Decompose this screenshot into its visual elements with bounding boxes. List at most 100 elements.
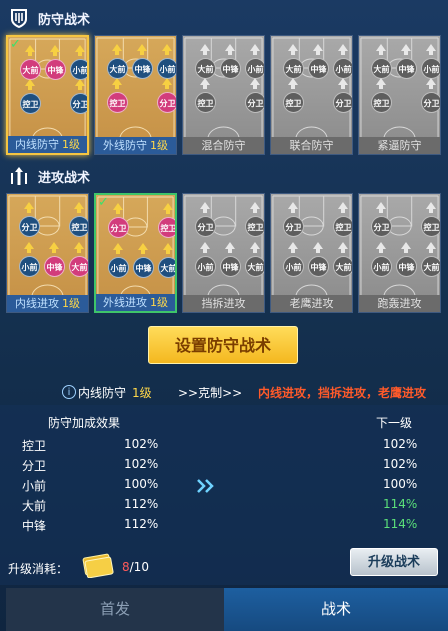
player-marker: 控卫 <box>283 92 304 113</box>
current-bonus: 102% <box>124 457 159 471</box>
info-icon[interactable]: i <box>62 385 76 399</box>
card-label: 老鹰进攻 <box>271 295 352 312</box>
player-marker: 控卫 <box>245 216 264 237</box>
player-marker: 小前 <box>70 59 87 80</box>
double-chevron-right-icon <box>197 479 214 493</box>
court-diagram: 大前 中锋 小前 控卫 分卫 <box>95 36 176 139</box>
move-arrow-icon <box>313 242 323 253</box>
set-defense-tactic-button[interactable]: 设置防守战术 <box>148 326 298 364</box>
move-arrow-icon <box>288 44 298 55</box>
tactic-name: 外线防守 <box>103 139 147 152</box>
tactic-level: 1级 <box>62 138 80 151</box>
check-icon: ✓ <box>98 195 109 210</box>
next-bonus: 100% <box>383 477 418 491</box>
bonus-row: 小前 100% 100% <box>0 477 448 495</box>
tactic-level: 1级 <box>62 297 80 310</box>
defense-card-4[interactable]: 大前 中锋 小前 控卫 分卫 联合防守 <box>270 35 353 155</box>
player-marker: 大前 <box>20 59 41 80</box>
tab-tactics[interactable]: 战术 <box>224 588 448 631</box>
card-label: 挡拆进攻 <box>183 295 264 312</box>
player-marker: 中锋 <box>133 257 154 278</box>
player-marker: 小前 <box>108 257 129 278</box>
card-label: 联合防守 <box>271 137 352 154</box>
move-arrow-icon <box>74 242 84 253</box>
player-marker: 小前 <box>421 58 440 79</box>
cost-need: /10 <box>129 560 149 574</box>
player-marker: 中锋 <box>132 58 153 79</box>
move-arrow-icon <box>376 242 386 253</box>
player-marker: 中锋 <box>45 59 66 80</box>
move-arrow-icon <box>250 78 260 89</box>
bonus-row: 大前 112% 114% <box>0 497 448 515</box>
move-arrow-icon <box>200 44 210 55</box>
offense-section-title: 进攻战术 <box>8 164 90 188</box>
court-diagram: 分卫 控卫 小前 中锋 大前 <box>183 194 264 297</box>
player-marker: 小前 <box>157 58 176 79</box>
player-marker: 小前 <box>245 58 264 79</box>
player-marker: 大前 <box>283 58 304 79</box>
move-arrow-icon <box>75 79 85 90</box>
move-arrow-icon <box>401 242 411 253</box>
move-arrow-icon <box>162 44 172 55</box>
player-marker: 控卫 <box>158 217 175 238</box>
attack-arrows-icon <box>11 167 27 185</box>
player-marker: 中锋 <box>44 256 65 277</box>
bonus-row: 控卫 102% 102% <box>0 437 448 455</box>
move-arrow-icon <box>376 78 386 89</box>
move-arrow-icon <box>288 78 298 89</box>
card-label: 内线防守 1级 <box>8 136 87 153</box>
tactic-name: 老鹰进攻 <box>289 297 334 310</box>
move-arrow-icon <box>288 242 298 253</box>
move-arrow-icon <box>250 242 260 253</box>
defense-card-2[interactable]: 大前 中锋 小前 控卫 分卫 外线防守 1级 <box>94 35 177 155</box>
offense-card-5[interactable]: 分卫 控卫 小前 中锋 大前 跑轰进攻 <box>358 193 441 313</box>
player-marker: 中锋 <box>308 58 329 79</box>
tactic-name: 挡拆进攻 <box>201 297 246 310</box>
position-name: 小前 <box>22 479 47 493</box>
move-arrow-icon <box>200 202 210 213</box>
player-marker: 分卫 <box>245 92 264 113</box>
upgrade-tactic-button[interactable]: 升级战术 <box>350 548 438 576</box>
move-arrow-icon <box>338 44 348 55</box>
card-label: 内线进攻 1级 <box>7 295 88 312</box>
court-diagram: 分卫 控卫 小前 中锋 大前 <box>7 194 88 297</box>
tab-starters[interactable]: 首发 <box>6 588 224 631</box>
player-marker: 大前 <box>195 58 216 79</box>
player-marker: 大前 <box>421 256 440 277</box>
court-diagram: 大前 中锋 小前 控卫 分卫 <box>359 36 440 139</box>
move-arrow-icon <box>426 242 436 253</box>
move-arrow-icon <box>75 45 85 56</box>
move-arrow-icon <box>113 243 123 254</box>
player-marker: 大前 <box>158 257 175 278</box>
move-arrow-icon <box>338 242 348 253</box>
tactic-card-item-icon <box>82 553 114 578</box>
move-arrow-icon <box>376 202 386 213</box>
player-marker: 控卫 <box>107 92 128 113</box>
tactic-level: 1级 <box>150 139 168 152</box>
player-marker: 大前 <box>371 58 392 79</box>
player-marker: 控卫 <box>371 92 392 113</box>
tactic-name: 内线进攻 <box>15 297 59 310</box>
countered-tactics: 内线进攻，挡拆进攻，老鹰进攻 <box>258 385 427 400</box>
offense-card-2[interactable]: 分卫 控卫 小前 中锋 大前 ✓ 外线进攻 1级 <box>94 193 177 313</box>
offense-card-1[interactable]: 分卫 控卫 小前 中锋 大前 内线进攻 1级 <box>6 193 89 313</box>
move-arrow-icon <box>25 79 35 90</box>
defense-card-3[interactable]: 大前 中锋 小前 控卫 分卫 混合防守 <box>182 35 265 155</box>
offense-card-4[interactable]: 分卫 控卫 小前 中锋 大前 老鹰进攻 <box>270 193 353 313</box>
player-marker: 中锋 <box>396 256 417 277</box>
current-bonus: 102% <box>124 437 159 451</box>
player-marker: 中锋 <box>220 58 241 79</box>
defense-card-5[interactable]: 大前 中锋 小前 控卫 分卫 紧逼防守 <box>358 35 441 155</box>
tactic-name: 外线进攻 <box>103 296 147 309</box>
offense-card-3[interactable]: 分卫 控卫 小前 中锋 大前 挡拆进攻 <box>182 193 265 313</box>
card-label: 混合防守 <box>183 137 264 154</box>
move-arrow-icon <box>49 242 59 253</box>
defense-card-1[interactable]: 大前 中锋 小前 控卫 分卫 ✓ 内线防守 1级 <box>6 35 89 155</box>
move-arrow-icon <box>162 78 172 89</box>
card-label: 外线进攻 1级 <box>96 294 175 311</box>
court-diagram: 分卫 控卫 小前 中锋 大前 <box>271 194 352 297</box>
player-marker: 小前 <box>195 256 216 277</box>
current-bonus: 112% <box>124 497 159 511</box>
player-marker: 大前 <box>245 256 264 277</box>
player-marker: 控卫 <box>333 216 352 237</box>
